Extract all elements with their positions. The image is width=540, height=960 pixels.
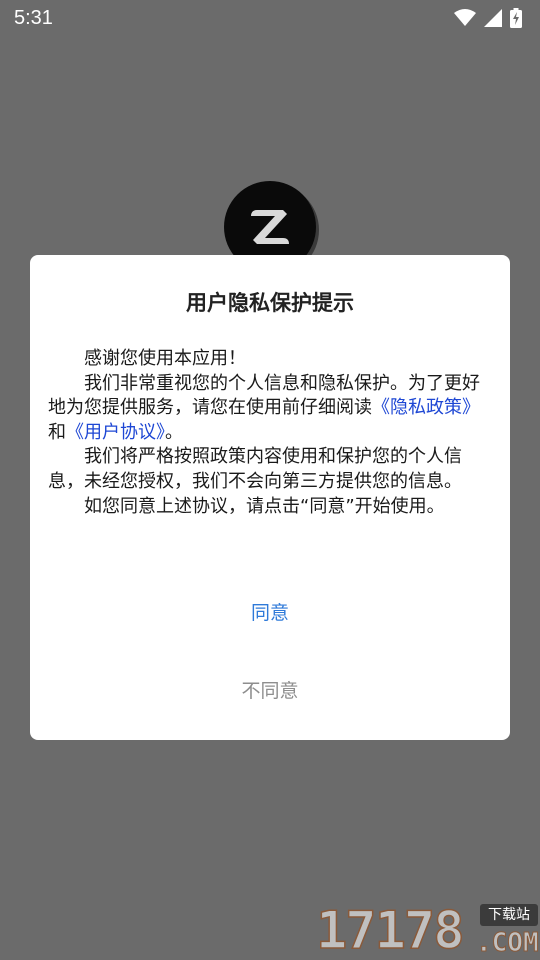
consent-paragraph: 如您同意上述协议，请点击“同意”开始使用。 xyxy=(84,495,445,517)
protection-paragraph: 我们将严格按照政策内容使用和保护您的个人信息，未经您授权，我们不会向第三方提供您… xyxy=(48,446,462,492)
dialog-body: 感谢您使用本应用！ 我们非常重视您的个人信息和隐私保护。为了更好地为您提供服务，… xyxy=(48,347,492,519)
battery-charging-icon xyxy=(510,8,522,28)
agree-button[interactable]: 同意 xyxy=(30,591,510,631)
watermark: 17178 下载站 .COM xyxy=(315,901,540,960)
and-text: 和 xyxy=(48,421,66,443)
privacy-policy-link[interactable]: 《隐私政策》 xyxy=(372,397,480,418)
signal-icon xyxy=(484,9,502,27)
wifi-icon xyxy=(454,9,476,27)
paragraph-end: 。 xyxy=(165,421,183,443)
greeting-text: 感谢您使用本应用！ xyxy=(84,348,246,369)
watermark-domain: .COM xyxy=(476,928,540,959)
dialog-title: 用户隐私保护提示 xyxy=(186,291,354,315)
user-agreement-link[interactable]: 《用户协议》 xyxy=(66,422,165,443)
watermark-badge: 下载站 xyxy=(480,904,538,926)
app-logo-icon xyxy=(251,210,289,244)
privacy-dialog: 用户隐私保护提示 感谢您使用本应用！ 我们非常重视您的个人信息和隐私保护。为了更… xyxy=(30,255,510,740)
watermark-number: 17178 xyxy=(315,901,465,960)
status-bar: 5:31 xyxy=(0,0,540,36)
privacy-paragraph: 我们非常重视您的个人信息和隐私保护。为了更好地为您提供服务，请您在使用前仔细阅读… xyxy=(48,372,492,446)
status-time: 5:31 xyxy=(14,6,53,29)
disagree-button[interactable]: 不同意 xyxy=(30,669,510,709)
status-icons xyxy=(454,8,522,28)
